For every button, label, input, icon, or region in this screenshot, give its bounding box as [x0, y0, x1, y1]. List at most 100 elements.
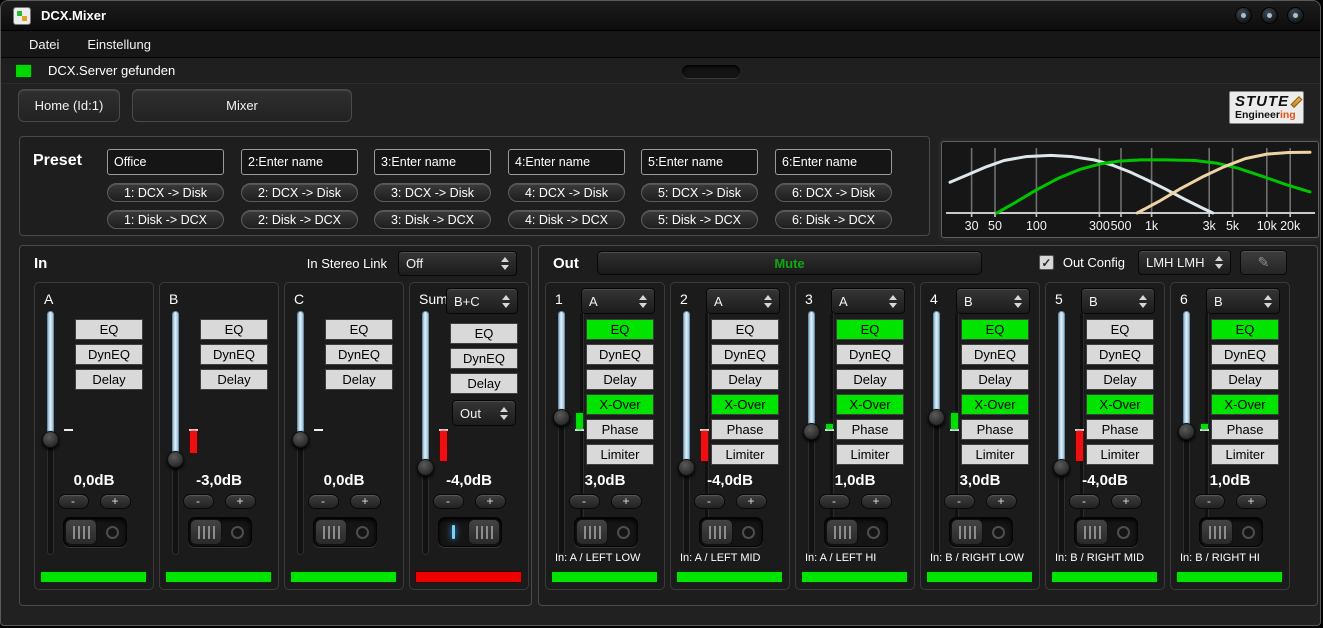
dcx-to-disk-button[interactable]: 6: DCX -> Disk: [775, 183, 892, 202]
delay-button[interactable]: Delay: [711, 369, 779, 390]
source-select[interactable]: A: [831, 288, 905, 314]
phase-button[interactable]: Phase: [1086, 419, 1154, 440]
dcx-to-disk-button[interactable]: 5: DCX -> Disk: [641, 183, 758, 202]
gain-plus-button[interactable]: +: [611, 494, 642, 509]
preset-name-input[interactable]: [641, 149, 758, 175]
eq-button[interactable]: EQ: [75, 319, 143, 340]
channel-power-toggle[interactable]: [574, 517, 638, 547]
phase-button[interactable]: Phase: [586, 419, 654, 440]
mute-button[interactable]: Mute: [597, 251, 982, 275]
fader-knob[interactable]: [167, 451, 184, 468]
gain-minus-button[interactable]: -: [58, 494, 89, 509]
maximize-button[interactable]: [1261, 7, 1278, 24]
eq-button[interactable]: EQ: [1211, 319, 1279, 340]
delay-button[interactable]: Delay: [75, 369, 143, 390]
edit-button[interactable]: ✎: [1240, 250, 1287, 275]
dyneq-button[interactable]: DynEQ: [450, 348, 518, 369]
disk-to-dcx-button[interactable]: 4: Disk -> DCX: [508, 210, 625, 229]
gain-minus-button[interactable]: -: [1069, 494, 1100, 509]
sum-output-select[interactable]: Out: [452, 400, 516, 426]
channel-power-toggle[interactable]: [188, 517, 252, 547]
close-button[interactable]: [1287, 7, 1304, 24]
source-select[interactable]: B: [1081, 288, 1155, 314]
channel-power-toggle[interactable]: [1074, 517, 1138, 547]
limiter-button[interactable]: Limiter: [836, 444, 904, 465]
gain-minus-button[interactable]: -: [308, 494, 339, 509]
fader-knob[interactable]: [292, 431, 309, 448]
disk-to-dcx-button[interactable]: 6: Disk -> DCX: [775, 210, 892, 229]
fader-knob[interactable]: [553, 409, 570, 426]
dcx-to-disk-button[interactable]: 3: DCX -> Disk: [374, 183, 491, 202]
delay-button[interactable]: Delay: [1086, 369, 1154, 390]
delay-button[interactable]: Delay: [836, 369, 904, 390]
gain-plus-button[interactable]: +: [475, 494, 506, 509]
phase-button[interactable]: Phase: [961, 419, 1029, 440]
channel-power-toggle[interactable]: [1199, 517, 1263, 547]
disk-to-dcx-button[interactable]: 1: Disk -> DCX: [107, 210, 224, 229]
tab-mixer[interactable]: Mixer: [132, 89, 352, 122]
channel-power-toggle[interactable]: [313, 517, 377, 547]
dyneq-button[interactable]: DynEQ: [586, 344, 654, 365]
preset-name-input[interactable]: [775, 149, 892, 175]
channel-power-toggle[interactable]: [438, 517, 502, 547]
eq-button[interactable]: EQ: [200, 319, 268, 340]
fader-knob[interactable]: [803, 423, 820, 440]
channel-power-toggle[interactable]: [63, 517, 127, 547]
gain-plus-button[interactable]: +: [736, 494, 767, 509]
disk-to-dcx-button[interactable]: 2: Disk -> DCX: [241, 210, 358, 229]
dyneq-button[interactable]: DynEQ: [325, 344, 393, 365]
gain-plus-button[interactable]: +: [100, 494, 131, 509]
gain-minus-button[interactable]: -: [433, 494, 464, 509]
gain-minus-button[interactable]: -: [183, 494, 214, 509]
preset-name-input[interactable]: [107, 149, 224, 175]
dyneq-button[interactable]: DynEQ: [1211, 344, 1279, 365]
channel-power-toggle[interactable]: [949, 517, 1013, 547]
fader-knob[interactable]: [928, 409, 945, 426]
eq-button[interactable]: EQ: [1086, 319, 1154, 340]
xover-button[interactable]: X-Over: [586, 394, 654, 415]
eq-button[interactable]: EQ: [586, 319, 654, 340]
stereo-link-select[interactable]: Off: [398, 251, 517, 276]
gain-plus-button[interactable]: +: [861, 494, 892, 509]
minimize-button[interactable]: [1235, 7, 1252, 24]
eq-button[interactable]: EQ: [450, 323, 518, 344]
gain-minus-button[interactable]: -: [819, 494, 850, 509]
delay-button[interactable]: Delay: [961, 369, 1029, 390]
delay-button[interactable]: Delay: [450, 373, 518, 394]
source-select[interactable]: A: [706, 288, 780, 314]
phase-button[interactable]: Phase: [1211, 419, 1279, 440]
limiter-button[interactable]: Limiter: [1086, 444, 1154, 465]
fader-knob[interactable]: [1178, 423, 1195, 440]
channel-power-toggle[interactable]: [824, 517, 888, 547]
disk-to-dcx-button[interactable]: 5: Disk -> DCX: [641, 210, 758, 229]
delay-button[interactable]: Delay: [325, 369, 393, 390]
dyneq-button[interactable]: DynEQ: [961, 344, 1029, 365]
gain-minus-button[interactable]: -: [694, 494, 725, 509]
xover-button[interactable]: X-Over: [961, 394, 1029, 415]
gain-minus-button[interactable]: -: [944, 494, 975, 509]
eq-button[interactable]: EQ: [325, 319, 393, 340]
source-select[interactable]: B: [1206, 288, 1280, 314]
gain-minus-button[interactable]: -: [1194, 494, 1225, 509]
delay-button[interactable]: Delay: [586, 369, 654, 390]
channel-power-toggle[interactable]: [699, 517, 763, 547]
source-select[interactable]: A: [581, 288, 655, 314]
limiter-button[interactable]: Limiter: [711, 444, 779, 465]
phase-button[interactable]: Phase: [711, 419, 779, 440]
menu-item-einstellung[interactable]: Einstellung: [87, 37, 151, 52]
eq-button[interactable]: EQ: [836, 319, 904, 340]
out-config-checkbox[interactable]: ✓: [1039, 255, 1054, 270]
fader-knob[interactable]: [42, 431, 59, 448]
sum-input-select[interactable]: B+C: [446, 288, 518, 314]
disk-to-dcx-button[interactable]: 3: Disk -> DCX: [374, 210, 491, 229]
dcx-to-disk-button[interactable]: 4: DCX -> Disk: [508, 183, 625, 202]
limiter-button[interactable]: Limiter: [586, 444, 654, 465]
dyneq-button[interactable]: DynEQ: [200, 344, 268, 365]
out-config-select[interactable]: LMH LMH: [1138, 250, 1231, 275]
gain-minus-button[interactable]: -: [569, 494, 600, 509]
delay-button[interactable]: Delay: [1211, 369, 1279, 390]
dyneq-button[interactable]: DynEQ: [836, 344, 904, 365]
gain-plus-button[interactable]: +: [1111, 494, 1142, 509]
gain-plus-button[interactable]: +: [225, 494, 256, 509]
eq-button[interactable]: EQ: [961, 319, 1029, 340]
